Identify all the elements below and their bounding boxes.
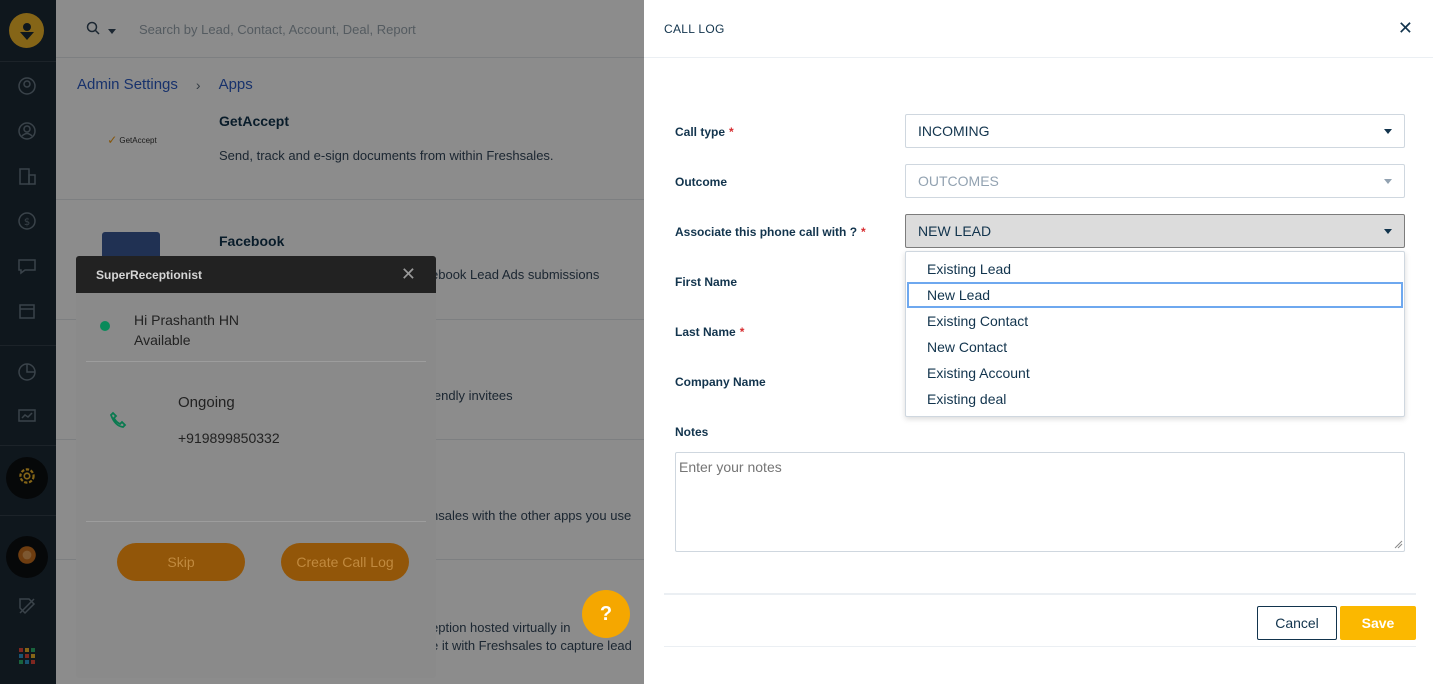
chevron-down-icon: [1384, 229, 1392, 234]
footer-divider: [664, 646, 1416, 647]
close-icon[interactable]: ✕: [1398, 18, 1413, 39]
cancel-button[interactable]: Cancel: [1257, 606, 1337, 640]
call-type-value: INCOMING: [918, 123, 990, 139]
associate-dropdown-menu: Existing Lead New Lead Existing Contact …: [905, 251, 1405, 417]
call-type-label: Call type *: [675, 125, 734, 139]
option-new-lead[interactable]: New Lead: [907, 282, 1403, 308]
close-icon[interactable]: ✕: [401, 264, 416, 285]
phone-call-icon: [108, 410, 128, 435]
help-button[interactable]: ?: [582, 590, 630, 638]
panel-header: CALL LOG ✕: [644, 0, 1433, 58]
associate-label: Associate this phone call with ? *: [675, 225, 866, 239]
outcome-value: OUTCOMES: [918, 173, 999, 189]
call-state: Ongoing: [178, 394, 235, 411]
company-name-label: Company Name: [675, 375, 766, 389]
option-existing-lead[interactable]: Existing Lead: [907, 256, 1403, 282]
notes-textarea[interactable]: [675, 452, 1405, 552]
first-name-label: First Name: [675, 275, 738, 289]
chevron-down-icon: [1384, 179, 1392, 184]
agent-greeting: Hi Prashanth HN Available: [134, 310, 239, 350]
option-existing-contact[interactable]: Existing Contact: [907, 308, 1403, 334]
associate-value: NEW LEAD: [918, 223, 992, 239]
phone-number: +919899850332: [178, 430, 280, 446]
footer-divider: [664, 593, 1416, 595]
status-indicator: [100, 321, 110, 331]
option-new-contact[interactable]: New Contact: [907, 334, 1403, 360]
skip-button[interactable]: Skip: [117, 543, 245, 581]
divider: [86, 361, 426, 362]
outcome-select[interactable]: OUTCOMES: [905, 164, 1405, 198]
divider: [86, 521, 426, 522]
resize-handle-icon[interactable]: [1394, 540, 1403, 549]
widget-title: SuperReceptionist: [96, 267, 203, 282]
agent-status: Available: [134, 332, 191, 348]
chevron-down-icon: [1384, 129, 1392, 134]
option-existing-account[interactable]: Existing Account: [907, 360, 1403, 386]
widget-header: SuperReceptionist ✕: [76, 256, 436, 293]
call-log-panel: CALL LOG ✕ Call type * INCOMING Outcome O…: [644, 0, 1433, 684]
call-type-select[interactable]: INCOMING: [905, 114, 1405, 148]
option-existing-deal[interactable]: Existing deal: [907, 386, 1403, 412]
outcome-label: Outcome: [675, 175, 728, 189]
create-call-log-button[interactable]: Create Call Log: [281, 543, 409, 581]
greeting-text: Hi Prashanth HN: [134, 312, 240, 328]
superreceptionist-widget: SuperReceptionist ✕ Hi Prashanth HN Avai…: [76, 256, 436, 678]
associate-select[interactable]: NEW LEAD: [905, 214, 1405, 248]
last-name-label: Last Name *: [675, 325, 745, 339]
panel-title: CALL LOG: [664, 21, 725, 36]
notes-label: Notes: [675, 425, 709, 439]
save-button[interactable]: Save: [1340, 606, 1416, 640]
